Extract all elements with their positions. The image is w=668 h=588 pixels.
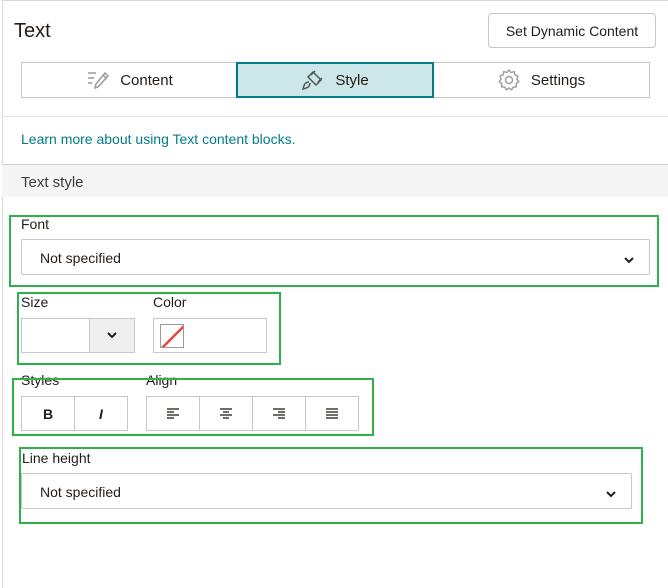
align-left-icon bbox=[166, 406, 180, 422]
line-height-label: Line height bbox=[22, 450, 91, 466]
tab-content-label: Content bbox=[120, 71, 173, 89]
no-color-swatch-icon bbox=[160, 324, 184, 348]
align-justify-button[interactable] bbox=[306, 397, 358, 430]
tab-content[interactable]: Content bbox=[22, 63, 237, 97]
chevron-down-icon bbox=[605, 486, 617, 504]
text-styles-group: B I bbox=[21, 396, 128, 431]
styles-label: Styles bbox=[21, 372, 60, 388]
align-center-button[interactable] bbox=[200, 397, 253, 430]
learn-more-link[interactable]: Learn more about using Text content bloc… bbox=[21, 131, 295, 147]
set-dynamic-content-button[interactable]: Set Dynamic Content bbox=[488, 13, 656, 48]
font-value: Not specified bbox=[40, 250, 121, 266]
align-justify-icon bbox=[325, 406, 339, 422]
color-label: Color bbox=[153, 294, 187, 310]
size-dropdown-toggle[interactable] bbox=[89, 319, 134, 352]
align-right-icon bbox=[272, 406, 286, 422]
bold-button[interactable]: B bbox=[22, 397, 75, 430]
tab-bar: Content Style Settings bbox=[21, 62, 650, 98]
tab-settings[interactable]: Settings bbox=[433, 63, 649, 97]
align-label: Align bbox=[146, 372, 178, 388]
section-header: Text style bbox=[2, 164, 668, 197]
size-dropdown[interactable] bbox=[21, 318, 135, 353]
tab-settings-label: Settings bbox=[530, 71, 586, 89]
size-label: Size bbox=[21, 294, 49, 310]
align-left-button[interactable] bbox=[147, 397, 200, 430]
font-label: Font bbox=[21, 216, 50, 232]
align-center-icon bbox=[219, 406, 233, 422]
italic-button[interactable]: I bbox=[75, 397, 127, 430]
font-select[interactable]: Not specified bbox=[21, 239, 650, 275]
paint-brush-icon bbox=[301, 69, 325, 91]
pencil-list-icon bbox=[86, 69, 110, 91]
align-group bbox=[146, 396, 359, 431]
align-right-button[interactable] bbox=[253, 397, 306, 430]
line-height-value: Not specified bbox=[40, 484, 121, 500]
panel-title: Text bbox=[14, 20, 51, 42]
color-picker[interactable] bbox=[153, 318, 267, 353]
gear-icon bbox=[497, 68, 521, 92]
tab-style-label: Style bbox=[335, 71, 369, 89]
divider bbox=[2, 116, 668, 117]
line-height-select[interactable]: Not specified bbox=[21, 473, 632, 509]
chevron-down-icon bbox=[623, 252, 635, 270]
tab-style[interactable]: Style bbox=[236, 62, 434, 98]
chevron-down-icon bbox=[106, 327, 118, 345]
section-title: Text style bbox=[21, 174, 84, 191]
